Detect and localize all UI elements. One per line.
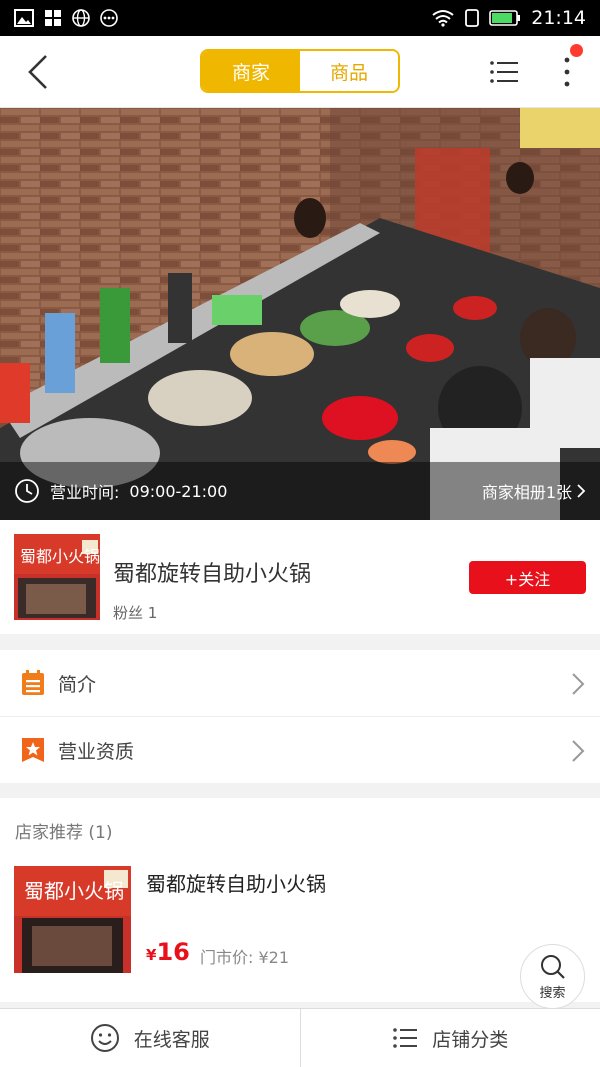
search-button[interactable]: 搜索 — [520, 944, 585, 1009]
page: 21:14 商家 商品 营业时间: 09:00-21:00 商家相册1张 蜀都小… — [0, 0, 600, 1067]
sign-text: 蜀都小火锅 — [20, 547, 100, 566]
merchant-name: 蜀都旋转自助小火锅 — [113, 562, 312, 587]
recommend-thumbnail[interactable]: 蜀都小火锅 — [14, 856, 131, 973]
shop-category-button[interactable]: 店铺分类 — [299, 1009, 600, 1067]
recommend-title: 店家推荐 (1) — [15, 823, 113, 843]
price-value: 16 — [156, 938, 190, 966]
list-icon — [393, 1028, 418, 1048]
original-price: 门市价: ¥21 — [200, 948, 290, 967]
album-link[interactable]: 商家相册1张 — [482, 479, 586, 503]
customer-service-label: 在线客服 — [133, 1028, 210, 1051]
chevron-right-icon — [572, 673, 585, 695]
customer-service-button[interactable]: 在线客服 — [0, 1009, 300, 1067]
segmented-tabs: 商家 商品 — [200, 49, 400, 93]
album-label: 商家相册1张 — [481, 483, 572, 502]
notification-dot — [570, 44, 583, 57]
recommend-section: 店家推荐 (1) 蜀都小火锅 蜀都旋转自助小火锅 ¥16 门市价: ¥21 — [0, 798, 600, 1002]
storefront-image: 蜀都小火锅 — [14, 856, 131, 973]
list-icon — [22, 670, 44, 695]
app-grid-icon — [45, 10, 61, 26]
hours-value: 09:00-21:00 — [129, 481, 228, 501]
image-icon — [14, 9, 34, 27]
fans-count: 粉丝 1 — [113, 604, 158, 622]
chevron-right-icon — [572, 740, 585, 762]
wifi-icon — [432, 10, 454, 27]
status-bar: 21:14 — [0, 0, 600, 36]
merchant-thumbnail[interactable]: 蜀都小火锅 — [14, 534, 100, 620]
sim-icon — [465, 9, 480, 27]
battery-icon — [489, 10, 521, 26]
status-time: 21:14 — [531, 7, 586, 29]
tab-products[interactable]: 商品 — [300, 51, 398, 91]
back-arrow-icon[interactable] — [20, 52, 60, 92]
business-hours: 营业时间: 09:00-21:00 — [14, 478, 227, 504]
sign-text: 蜀都小火锅 — [24, 879, 124, 903]
star-badge-icon — [22, 738, 44, 762]
tab-merchant[interactable]: 商家 — [202, 51, 300, 91]
top-nav: 商家 商品 — [0, 36, 600, 108]
globe-icon — [72, 9, 90, 27]
search-label: 搜索 — [539, 986, 566, 1001]
status-left-icons — [14, 9, 118, 27]
restaurant-photo — [0, 108, 600, 520]
more-dots-icon — [100, 9, 118, 27]
status-right-icons: 21:14 — [431, 7, 586, 29]
bottom-bar: 在线客服 店铺分类 — [0, 1008, 600, 1067]
menu-row-license[interactable]: 营业资质 — [0, 717, 600, 783]
follow-button[interactable]: +关注 — [469, 561, 586, 594]
chevron-right-icon — [577, 484, 586, 498]
hero-photo[interactable]: 营业时间: 09:00-21:00 商家相册1张 — [0, 108, 600, 520]
menu-row-intro[interactable]: 简介 — [0, 650, 600, 716]
search-icon — [540, 955, 565, 979]
currency-symbol: ¥ — [146, 946, 157, 964]
shop-category-label: 店铺分类 — [432, 1028, 509, 1051]
menu-label-license: 营业资质 — [58, 740, 135, 763]
smiley-icon — [90, 1024, 119, 1052]
menu-label-intro: 简介 — [58, 673, 97, 696]
recommend-price: ¥16 — [146, 938, 190, 966]
clock-icon — [15, 479, 39, 503]
storefront-image: 蜀都小火锅 — [14, 534, 100, 620]
hours-label: 营业时间: — [50, 483, 120, 502]
hero-info-bar: 营业时间: 09:00-21:00 商家相册1张 — [0, 462, 600, 520]
recommend-item-name[interactable]: 蜀都旋转自助小火锅 — [146, 868, 326, 897]
menu-list-icon[interactable] — [488, 56, 520, 88]
